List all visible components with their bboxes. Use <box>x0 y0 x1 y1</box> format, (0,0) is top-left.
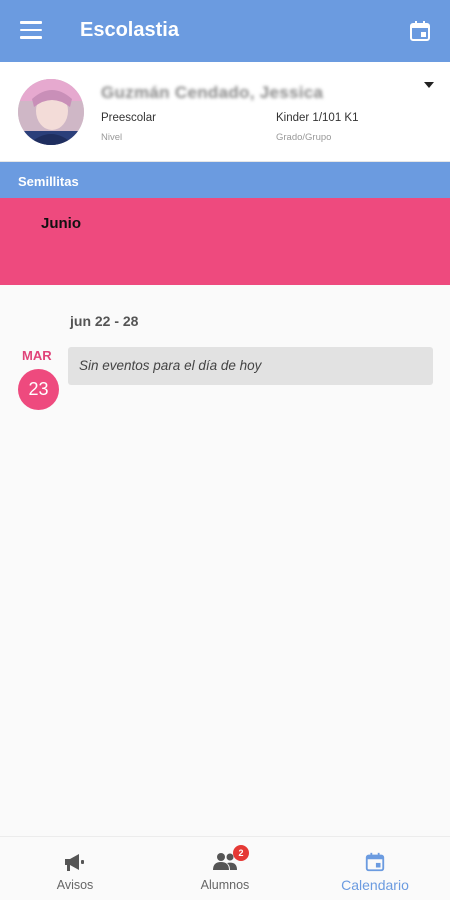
event-card[interactable]: Sin eventos para el día de hoy <box>68 347 433 385</box>
calendar-icon <box>365 852 385 872</box>
app-bar: Escolastia <box>0 0 450 62</box>
nav-label-calendario: Calendario <box>341 877 409 893</box>
avatar <box>18 79 84 145</box>
week-range: jun 22 - 28 <box>70 313 139 329</box>
bottom-nav: Avisos 2 Alumnos Calendario <box>0 836 450 900</box>
day-abbreviation: MAR <box>22 348 52 363</box>
student-name: Guzmán Cendado, Jessica <box>101 83 324 102</box>
menu-icon[interactable] <box>20 21 42 41</box>
notification-badge: 2 <box>233 845 249 861</box>
nav-label-alumnos: Alumnos <box>200 878 250 892</box>
nav-item-calendario[interactable]: Calendario <box>300 837 450 900</box>
month-label: Junio <box>41 215 81 232</box>
day-number-badge: 23 <box>18 369 59 410</box>
dropdown-caret-icon[interactable] <box>424 82 434 88</box>
calendar-icon[interactable] <box>408 19 432 43</box>
nav-item-alumnos[interactable]: 2 Alumnos <box>150 837 300 900</box>
nav-item-avisos[interactable]: Avisos <box>0 837 150 900</box>
student-level: Preescolar <box>101 112 156 124</box>
student-group-label: Grado/Grupo <box>276 132 332 143</box>
month-banner: Junio <box>0 198 450 285</box>
student-level-label: Nivel <box>101 132 123 143</box>
student-group: Kinder 1/101 K1 <box>276 112 359 124</box>
nav-label-avisos: Avisos <box>56 878 94 892</box>
student-profile-card[interactable]: Guzmán Cendado, Jessica Preescolar Nivel… <box>0 62 450 162</box>
group-name-bar: Semillitas <box>0 162 450 198</box>
app-title: Escolastia <box>80 19 179 41</box>
megaphone-icon <box>65 854 84 871</box>
